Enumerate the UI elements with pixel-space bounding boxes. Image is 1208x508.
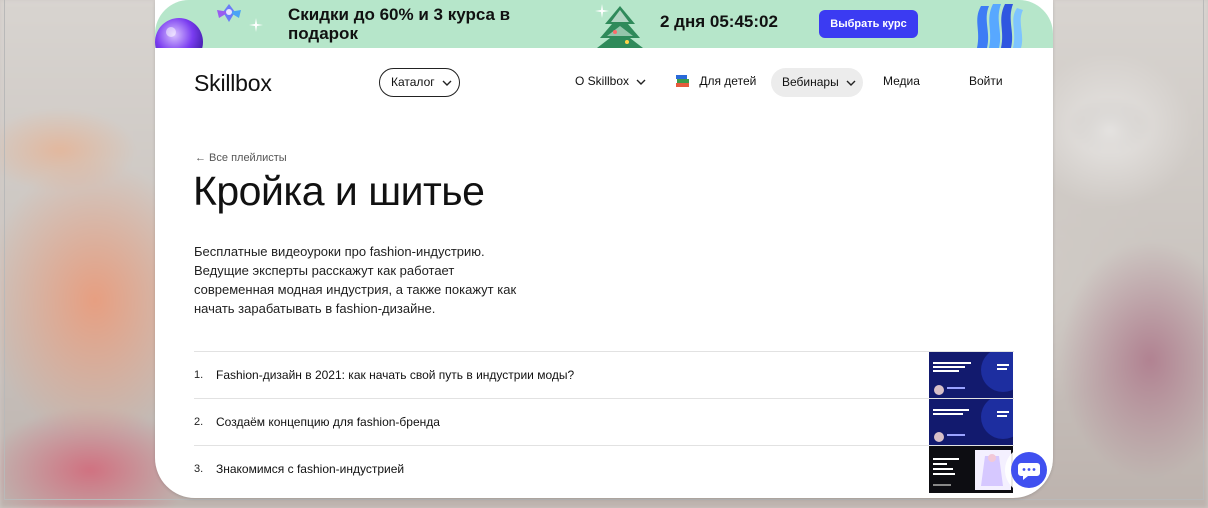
ornament-ball-icon xyxy=(155,18,203,48)
playlist-item[interactable]: 2. Создаём концепцию для fashion-бренда xyxy=(194,398,1014,446)
gift-bow-icon xyxy=(217,4,241,22)
nav-kids[interactable]: Для детей xyxy=(675,74,756,88)
playlist-item-number: 1. xyxy=(194,369,204,381)
sparkle-icon xyxy=(249,18,263,32)
catalog-button[interactable]: Каталог xyxy=(379,68,460,97)
playlist-item-title: Fashion-дизайн в 2021: как начать свой п… xyxy=(216,368,575,382)
nav-webinars-label: Вебинары xyxy=(782,75,839,89)
catalog-label: Каталог xyxy=(391,75,435,89)
nav-about-label: О Skillbox xyxy=(575,74,630,88)
nav-media[interactable]: Медиа xyxy=(883,74,920,88)
playlist-item-number: 3. xyxy=(194,463,204,475)
back-to-playlists-link[interactable]: ← Все плейлисты xyxy=(195,152,287,164)
chevron-down-icon xyxy=(636,79,646,85)
playlist-item-title: Знакомимся с fashion-индустрией xyxy=(216,462,405,476)
login-link[interactable]: Войти xyxy=(969,74,1003,88)
christmas-tree-icon xyxy=(597,6,643,48)
chat-bubble-icon xyxy=(1018,463,1040,480)
nav-about[interactable]: О Skillbox xyxy=(575,74,646,88)
ornament-waves-icon xyxy=(977,4,1023,48)
chevron-down-icon xyxy=(442,80,452,86)
playlist-list: 1. Fashion-дизайн в 2021: как начать сво… xyxy=(194,351,1014,493)
video-thumbnail[interactable] xyxy=(929,446,1013,493)
page-card: Скидки до 60% и 3 курса в подарок 2 дня … xyxy=(155,0,1053,498)
page-description: Бесплатные видеоуроки про fashion-индуст… xyxy=(194,244,517,316)
skillbox-logo[interactable]: Skillbox xyxy=(194,70,272,97)
books-icon xyxy=(676,75,689,88)
nav-webinars[interactable]: Вебинары xyxy=(771,68,863,97)
playlist-item[interactable]: 3. Знакомимся с fashion-индустрией xyxy=(194,445,1014,493)
nav-kids-label: Для детей xyxy=(699,74,757,88)
promo-banner[interactable]: Скидки до 60% и 3 курса в подарок 2 дня … xyxy=(155,0,1053,48)
playlist-item-title: Создаём концепцию для fashion-бренда xyxy=(216,415,440,429)
page-title: Кройка и шитье xyxy=(193,168,485,214)
chevron-down-icon xyxy=(846,80,856,86)
playlist-item-number: 2. xyxy=(194,416,204,428)
promo-text: Скидки до 60% и 3 курса в подарок xyxy=(288,5,511,43)
playlist-item[interactable]: 1. Fashion-дизайн в 2021: как начать сво… xyxy=(194,351,1014,399)
promo-countdown: 2 дня 05:45:02 xyxy=(660,12,778,31)
chat-button[interactable] xyxy=(1011,452,1047,488)
video-thumbnail[interactable] xyxy=(929,399,1013,446)
video-thumbnail[interactable] xyxy=(929,352,1013,399)
choose-course-button[interactable]: Выбрать курс xyxy=(819,10,918,38)
